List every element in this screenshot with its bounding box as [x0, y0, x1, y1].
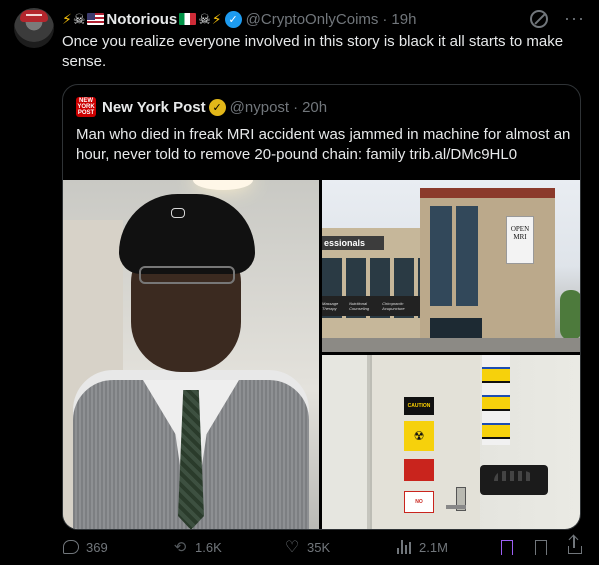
- photo-beret: [119, 194, 255, 274]
- photo-road: [322, 338, 580, 352]
- tweet-text: Once you realize everyone involved in th…: [62, 33, 564, 70]
- header-actions: ···: [530, 8, 585, 29]
- media-grid: essionals Massage Therapy Nutritional Co…: [63, 180, 580, 529]
- tweet-header: ⚡ ☠ Notorious ☠ ⚡ ✓ @CryptoOnlyCoims · 1…: [62, 8, 585, 30]
- photo-glasses: [139, 266, 235, 284]
- lightning-icon-2: ⚡: [211, 11, 222, 27]
- actions-right: [498, 536, 584, 556]
- wall-warning-signs: [482, 355, 510, 445]
- separator-dot: ·: [382, 10, 388, 28]
- quoted-author-handle[interactable]: @nypost: [230, 99, 289, 116]
- skull-crossbones-icon-2: ☠: [198, 11, 211, 27]
- author-handle[interactable]: @CryptoOnlyCoims: [246, 11, 379, 28]
- quoted-separator-dot: ·: [293, 98, 299, 116]
- bookmark-icon[interactable]: [532, 538, 550, 556]
- door-frame: [322, 355, 370, 529]
- verified-badge-icon: ✓: [224, 10, 242, 28]
- no-entry-sign: NO: [404, 491, 434, 513]
- left-building-sign: essionals: [322, 236, 384, 250]
- open-mri-sign-line1: OPEN: [510, 225, 530, 233]
- like-count: 35K: [307, 539, 331, 555]
- retweet-icon: ⟲: [173, 539, 187, 556]
- red-warning-sign: [404, 459, 434, 481]
- photo-man-portrait[interactable]: [63, 180, 319, 529]
- quoted-tweet-time[interactable]: 20h: [302, 99, 327, 116]
- photo-mri-door[interactable]: CAUTION ☢ NO: [322, 355, 580, 529]
- like-button[interactable]: ♡ 35K: [283, 538, 330, 556]
- avatar-hat: [20, 10, 48, 22]
- author-avatar[interactable]: [14, 8, 54, 48]
- grok-icon[interactable]: [530, 9, 549, 28]
- avatar-hat-text: [26, 14, 42, 16]
- italy-flag-icon: [179, 13, 197, 25]
- quoted-tweet-header: NEW YORK POST New York Post ✓ @nypost · 20…: [76, 97, 327, 117]
- door-handle: [446, 505, 466, 509]
- caution-sign: CAUTION: [404, 397, 434, 415]
- reply-icon: [62, 538, 80, 556]
- radiation-sign-icon: ☢: [404, 421, 434, 451]
- mri-building-cornice: [420, 188, 555, 198]
- gold-verified-badge-icon: ✓: [208, 98, 226, 116]
- grok-bookmark-icon[interactable]: [498, 538, 516, 556]
- quoted-tweet-text: Man who died in freak MRI accident was j…: [76, 126, 571, 163]
- us-flag-icon: [87, 13, 105, 25]
- author-name-block[interactable]: ⚡ ☠ Notorious ☠ ⚡ ✓: [62, 10, 246, 28]
- share-icon[interactable]: [566, 536, 584, 556]
- tweet-time[interactable]: 19h: [391, 11, 416, 28]
- quoted-author-name[interactable]: New York Post: [102, 99, 206, 116]
- more-options-icon[interactable]: ···: [564, 8, 585, 29]
- photo-trees: [560, 290, 580, 340]
- reply-count: 369: [86, 539, 108, 555]
- open-mri-sign: OPEN MRI: [506, 216, 534, 264]
- views-button[interactable]: 2.1M: [395, 538, 448, 556]
- storefront-label: Massage Therapy: [322, 301, 339, 311]
- lightning-icon: ⚡: [62, 11, 72, 27]
- quoted-tweet[interactable]: NEW YORK POST New York Post ✓ @nypost · 20…: [62, 84, 581, 530]
- storefront-labels: Massage Therapy Nutritional Counseling C…: [322, 296, 420, 316]
- reply-button[interactable]: 369: [62, 538, 108, 556]
- mri-building-windows: [430, 206, 482, 306]
- open-mri-sign-line2: MRI: [513, 233, 527, 241]
- photo-mri-building[interactable]: essionals Massage Therapy Nutritional Co…: [322, 180, 580, 352]
- photo-lamp: [193, 180, 253, 190]
- storefront-label: Nutritional Counseling: [349, 301, 370, 311]
- heart-icon: ♡: [284, 539, 300, 556]
- views-chart-icon: [395, 538, 413, 556]
- kangaroo-logo-icon: [171, 208, 185, 218]
- tweet-actions: 369 ⟲ 1.6K ♡ 35K 2.1M: [62, 535, 584, 559]
- retweet-button[interactable]: ⟲ 1.6K: [171, 538, 222, 556]
- views-count: 2.1M: [419, 539, 448, 555]
- wall-box: [480, 465, 548, 495]
- author-name: Notorious: [106, 10, 178, 28]
- skull-crossbones-icon: ☠: [72, 11, 86, 27]
- retweet-count: 1.6K: [195, 539, 222, 555]
- nypost-logo[interactable]: NEW YORK POST: [76, 97, 96, 117]
- storefront-label: Chiropractic Acupuncture: [382, 301, 405, 311]
